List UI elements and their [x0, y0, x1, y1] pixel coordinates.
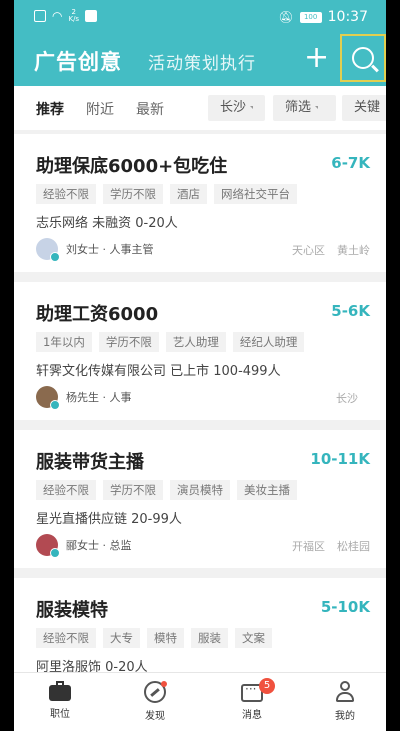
- filter-label: 筛选: [285, 100, 312, 115]
- salary: 6-7K: [331, 154, 370, 172]
- area: 黄土岭: [337, 244, 370, 257]
- keyword-filter-label: 关键: [354, 100, 381, 115]
- job-tag: 演员模特: [170, 480, 230, 500]
- battery-icon: 100: [299, 11, 322, 23]
- recruiter-name: 郦女士 · 总监: [66, 539, 132, 552]
- plus-icon[interactable]: +: [304, 43, 329, 73]
- job-tag: 经纪人助理: [232, 332, 305, 352]
- chevron-down-icon: [315, 106, 319, 109]
- nav-item-profile[interactable]: 我的: [315, 681, 375, 722]
- message-badge: 5: [259, 678, 275, 694]
- recruiter-name: 刘女士 · 人事主管: [66, 243, 154, 256]
- recruiter: 郦女士 · 总监: [36, 534, 132, 558]
- recruiter: 刘女士 · 人事主管: [36, 238, 154, 262]
- city-filter-dropdown[interactable]: 长沙: [208, 95, 265, 121]
- job-title: 助理保底6000+包吃住: [36, 156, 228, 177]
- salary: 5-10K: [320, 598, 370, 616]
- network-speed: 2 K/s: [68, 9, 79, 23]
- briefcase-icon: [49, 681, 71, 701]
- filter-dropdown[interactable]: 筛选: [273, 95, 336, 121]
- tab-recommend[interactable]: 推荐: [36, 99, 64, 119]
- recruiter: 杨先生 · 人事: [36, 386, 132, 410]
- salary: 10-11K: [310, 450, 370, 468]
- bottom-nav: 职位 发现 5 消息 我的: [14, 672, 386, 731]
- district: 天心区: [292, 244, 325, 257]
- job-tag: 学历不限: [103, 184, 163, 204]
- chat-icon: 5: [241, 678, 275, 702]
- recruiter-name: 杨先生 · 人事: [66, 391, 132, 404]
- tab-latest[interactable]: 最新: [136, 99, 164, 119]
- app-screen: ◠ 2 K/s 🔕︎ 100 10:37 广告创意 活动策划执行 + 推荐 附近…: [14, 0, 386, 731]
- search-button[interactable]: [340, 34, 386, 82]
- avatar: [36, 386, 60, 410]
- city-filter-label: 长沙: [220, 100, 247, 115]
- job-tags: 1年以内 学历不限 艺人助理 经纪人助理: [36, 332, 305, 352]
- job-title: 助理工资6000: [36, 304, 159, 325]
- unread-dot: [161, 681, 167, 687]
- salary: 5-6K: [331, 302, 370, 320]
- job-card[interactable]: 服装带货主播 10-11K 经验不限 学历不限 演员模特 美妆主播 星光直播供应…: [14, 430, 386, 568]
- area: 松桂园: [337, 540, 370, 553]
- job-location: 天心区 黄土岭: [292, 242, 370, 258]
- job-tag: 艺人助理: [165, 332, 226, 352]
- header: 广告创意 活动策划执行 +: [14, 34, 386, 86]
- verified-icon: [50, 400, 60, 410]
- nav-label: 发现: [145, 711, 165, 722]
- filter-bar: 推荐 附近 最新 长沙 筛选 关键: [14, 86, 386, 130]
- status-bar: ◠ 2 K/s 🔕︎ 100 10:37: [14, 0, 386, 36]
- nav-item-jobs[interactable]: 职位: [30, 681, 90, 720]
- job-title: 服装带货主播: [36, 452, 144, 473]
- avatar: [36, 534, 60, 558]
- job-tags: 经验不限 大专 模特 服装 文案: [36, 628, 272, 648]
- job-tag: 1年以内: [36, 332, 92, 352]
- verified-icon: [50, 252, 60, 262]
- job-tag: 美妆主播: [237, 480, 297, 500]
- nav-item-messages[interactable]: 5 消息: [222, 678, 282, 721]
- job-tag: 服装: [191, 628, 228, 648]
- nav-item-discover[interactable]: 发现: [125, 681, 185, 722]
- job-tag: 大专: [103, 628, 140, 648]
- job-tags: 经验不限 学历不限 演员模特 美妆主播: [36, 480, 297, 500]
- job-location: 开福区 松桂园: [292, 538, 370, 554]
- job-tag: 网络社交平台: [214, 184, 297, 204]
- job-tag: 模特: [147, 628, 184, 648]
- wifi-icon: ◠: [52, 9, 63, 23]
- job-location: 长沙: [336, 390, 370, 406]
- job-tag: 经验不限: [36, 184, 96, 204]
- job-card[interactable]: 助理保底6000+包吃住 6-7K 经验不限 学历不限 酒店 网络社交平台 志乐…: [14, 134, 386, 272]
- compass-icon: [144, 681, 167, 703]
- nav-label: 我的: [335, 711, 355, 722]
- job-title: 服装模特: [36, 600, 108, 621]
- tab-nearby[interactable]: 附近: [86, 99, 114, 119]
- job-tag: 文案: [235, 628, 272, 648]
- district: 开福区: [292, 540, 325, 553]
- nav-label: 职位: [50, 709, 70, 720]
- app-notification-icon: [85, 10, 98, 22]
- job-tag: 学历不限: [98, 332, 159, 352]
- search-icon: [352, 47, 374, 69]
- chevron-down-icon: [250, 106, 254, 109]
- job-tag: 酒店: [170, 184, 207, 204]
- company-info: 志乐网络 未融资 0-20人: [36, 216, 178, 231]
- company-info: 星光直播供应链 20-99人: [36, 512, 182, 527]
- job-tag: 学历不限: [103, 480, 163, 500]
- company-info: 轩霁文化传媒有限公司 已上市 100-499人: [36, 364, 281, 379]
- verified-icon: [50, 548, 60, 558]
- job-tags: 经验不限 学历不限 酒店 网络社交平台: [36, 184, 297, 204]
- notification-icon: [34, 10, 46, 22]
- tab-huodong-cehua[interactable]: 活动策划执行: [148, 49, 256, 74]
- district: 长沙: [336, 392, 358, 405]
- keyword-filter-dropdown[interactable]: 关键: [342, 95, 386, 121]
- job-card[interactable]: 助理工资6000 5-6K 1年以内 学历不限 艺人助理 经纪人助理 轩霁文化传…: [14, 282, 386, 420]
- avatar: [36, 238, 60, 262]
- nav-label: 消息: [242, 710, 262, 721]
- mute-icon: 🔕︎: [278, 10, 294, 24]
- tab-guanggao-chuangyi[interactable]: 广告创意: [34, 46, 122, 76]
- job-card[interactable]: 服装模特 5-10K 经验不限 大专 模特 服装 文案 阿里洛服饰 0-20人: [14, 578, 386, 678]
- job-tag: 经验不限: [36, 480, 96, 500]
- network-speed-unit: K/s: [68, 15, 80, 23]
- person-icon: [334, 681, 356, 703]
- clock: 10:37: [327, 9, 368, 25]
- job-tag: 经验不限: [36, 628, 96, 648]
